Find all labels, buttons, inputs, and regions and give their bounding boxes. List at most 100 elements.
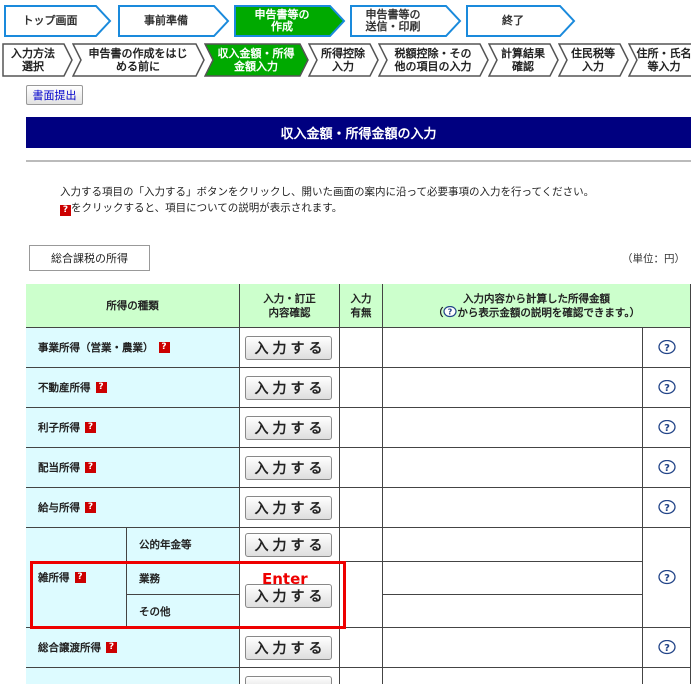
subtab-label: 税額控除・その 他の項目の入力 [394, 47, 472, 73]
help-balloon-icon[interactable]: ? [658, 500, 676, 516]
step-label: 申告書等の 送信・印刷 [365, 8, 421, 33]
amount-cell [383, 528, 643, 562]
input-button-partial[interactable] [245, 676, 332, 684]
amount-cell [383, 328, 643, 368]
subtab-label: 申告書の作成をはじ める前に [88, 47, 188, 73]
header-kind: 所得の種類 [26, 284, 240, 328]
svg-text:?: ? [664, 423, 670, 434]
subtab-label: 収入金額・所得 金額入力 [217, 47, 295, 73]
help-balloon-icon[interactable]: ? [658, 570, 676, 586]
help-balloon-icon[interactable]: ? [658, 380, 676, 396]
input-button-interest[interactable]: 入力する [245, 416, 332, 440]
instruction-line-2-text: をクリックすると、項目についての説明が表示されます。 [71, 202, 343, 214]
input-button-capital-gains[interactable]: 入力する [245, 636, 332, 660]
amount-cell [383, 408, 643, 448]
subtab-tax-credit[interactable]: 税額控除・その 他の項目の入力 [378, 43, 490, 77]
annotation-enter-label: Enter [262, 570, 308, 588]
action-cell: 入力する [240, 408, 340, 448]
section-general-income-button[interactable]: 総合課税の所得 [29, 245, 150, 271]
input-button-dividend[interactable]: 入力する [245, 456, 332, 480]
step-label: 事前準備 [144, 14, 188, 27]
status-cell [340, 562, 383, 628]
subtab-address[interactable]: 住所・氏名 等入力 [628, 43, 691, 77]
help-q-icon[interactable]: ? [95, 382, 107, 393]
help-q-icon[interactable]: ? [106, 642, 117, 653]
status-cell [340, 448, 383, 488]
amount-cell [383, 368, 643, 408]
status-cell [340, 528, 383, 562]
step-top[interactable]: トップ画面 [4, 5, 112, 37]
row-real-estate-income: 不動産所得? [26, 368, 240, 408]
svg-text:?: ? [448, 307, 453, 316]
status-cell [340, 628, 383, 668]
help-balloon-icon: ? [443, 305, 457, 317]
sub-steps: 入力方法 選択 申告書の作成をはじ める前に 収入金額・所得 金額入力 所得控除… [2, 43, 691, 77]
instruction-line-2: ? をクリックすると、項目についての説明が表示されます。 [60, 200, 594, 216]
help-cell: ? [643, 528, 691, 628]
subtab-label: 入力方法 選択 [11, 47, 55, 73]
subtab-before[interactable]: 申告書の作成をはじ める前に [72, 43, 206, 77]
step-label: トップ画面 [22, 14, 78, 27]
step-send[interactable]: 申告書等の 送信・印刷 [350, 5, 462, 37]
help-q-icon[interactable]: ? [85, 422, 96, 433]
header-status: 入力 有無 [340, 284, 383, 328]
svg-text:?: ? [664, 343, 670, 354]
help-cell [643, 668, 691, 684]
step-label: 終了 [502, 14, 524, 27]
row-dividend-income: 配当所得? [26, 448, 240, 488]
subtab-method[interactable]: 入力方法 選択 [2, 43, 74, 77]
help-cell: ? [643, 328, 691, 368]
row-business-income: 事業所得（営業・農業）? [26, 328, 240, 368]
header-amount: 入力内容から計算した所得金額 （? から表示金額の説明を確認できます。） [383, 284, 691, 328]
help-q-icon[interactable]: ? [158, 342, 170, 353]
help-q-icon[interactable]: ? [85, 462, 96, 473]
subtab-result[interactable]: 計算結果 確認 [488, 43, 560, 77]
svg-text:?: ? [664, 383, 670, 394]
step-label: 申告書等の 作成 [254, 8, 310, 33]
step-create[interactable]: 申告書等の 作成 [234, 5, 346, 37]
help-balloon-icon[interactable]: ? [658, 640, 676, 656]
subtab-deduction[interactable]: 所得控除 入力 [308, 43, 380, 77]
input-button-salary[interactable]: 入力する [245, 496, 332, 520]
help-cell: ? [643, 408, 691, 448]
header-amount-line2: （? から表示金額の説明を確認できます。） [432, 305, 641, 319]
status-cell [340, 368, 383, 408]
subtab-label: 住所・氏名 等入力 [636, 47, 691, 73]
action-cell: 入力する [240, 368, 340, 408]
subtab-label: 計算結果 確認 [501, 47, 545, 73]
action-cell: 入力する [240, 448, 340, 488]
input-button-business[interactable]: 入力する [245, 336, 332, 360]
help-q-icon: ? [60, 205, 71, 216]
help-balloon-icon[interactable]: ? [658, 340, 676, 356]
action-cell: 入力する [240, 528, 340, 562]
help-cell: ? [643, 488, 691, 528]
step-end[interactable]: 終了 [466, 5, 576, 37]
page-title: 収入金額・所得金額の入力 [26, 117, 691, 148]
action-cell [240, 668, 340, 684]
svg-text:?: ? [664, 503, 670, 514]
step-prep[interactable]: 事前準備 [118, 5, 230, 37]
help-q-icon[interactable]: ? [85, 502, 96, 513]
subtab-label: 住民税等 入力 [571, 47, 615, 73]
row-salary-income: 給与所得? [26, 488, 240, 528]
instructions: 入力する項目の「入力する」ボタンをクリックし、開いた画面の案内に沿って必要事項の… [60, 184, 594, 216]
help-balloon-icon[interactable]: ? [658, 460, 676, 476]
instruction-line-1: 入力する項目の「入力する」ボタンをクリックし、開いた画面の案内に沿って必要事項の… [60, 186, 595, 198]
action-cell: 入力する [240, 488, 340, 528]
subtab-resident-tax[interactable]: 住民税等 入力 [558, 43, 630, 77]
input-button-pension[interactable]: 入力する [245, 533, 332, 557]
header-action: 入力・訂正 内容確認 [240, 284, 340, 328]
subtab-income[interactable]: 収入金額・所得 金額入力 [204, 43, 310, 77]
help-balloon-icon[interactable]: ? [658, 420, 676, 436]
status-cell [340, 328, 383, 368]
input-button-real-estate[interactable]: 入力する [245, 376, 332, 400]
amount-cell [383, 448, 643, 488]
action-cell: 入力する [240, 628, 340, 668]
status-cell [340, 668, 383, 684]
svg-text:?: ? [664, 643, 670, 654]
help-cell: ? [643, 448, 691, 488]
svg-text:?: ? [664, 463, 670, 474]
paper-submit-button[interactable]: 書面提出 [26, 85, 83, 105]
row-next-partial [26, 668, 240, 684]
action-cell: 入力する [240, 328, 340, 368]
